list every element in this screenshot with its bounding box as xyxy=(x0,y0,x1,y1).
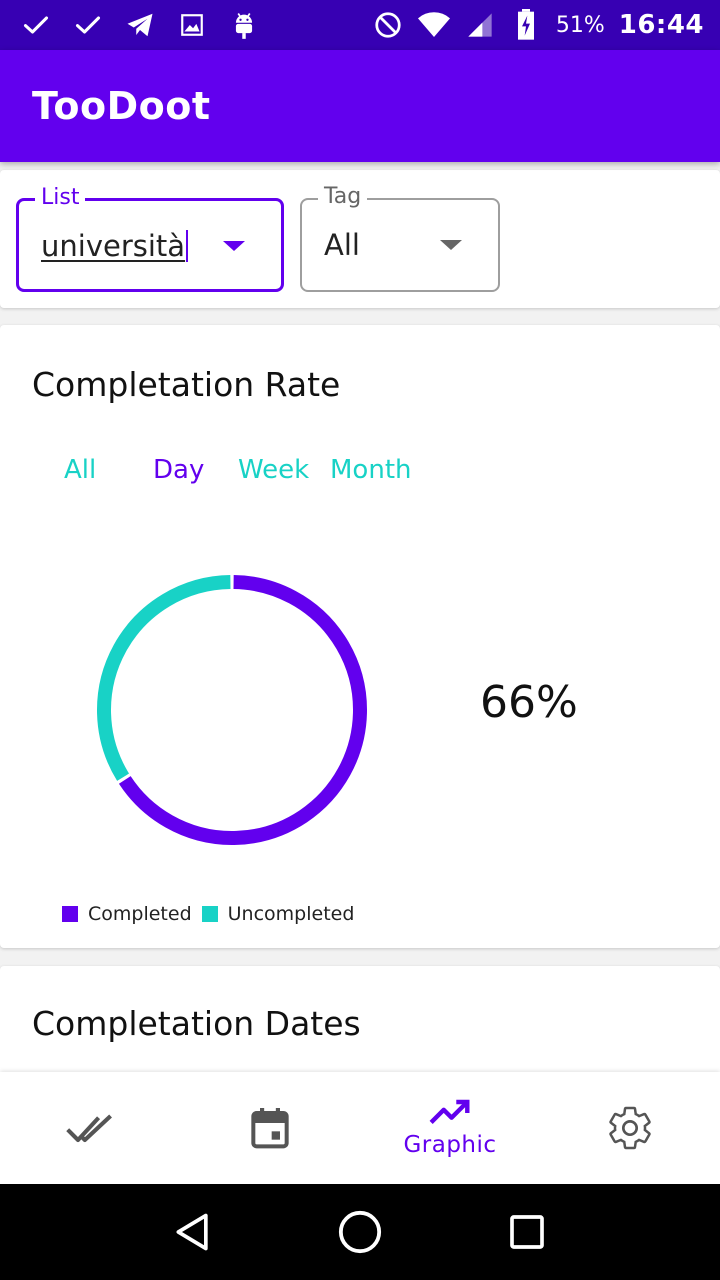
nav-item-calendar[interactable] xyxy=(180,1072,360,1184)
signal-icon xyxy=(464,9,496,41)
legend-label-completed: Completed xyxy=(88,903,192,925)
clock: 16:44 xyxy=(618,10,704,40)
completion-rate-title: Completation Rate xyxy=(32,365,341,404)
dropdown-arrow-icon[interactable] xyxy=(223,241,245,251)
legend-item-completed: Completed xyxy=(62,903,192,925)
chart-legend: Completed Uncompleted xyxy=(62,903,364,925)
filter-card: List università Tag All xyxy=(0,170,720,308)
check-icon xyxy=(72,9,104,41)
status-bar: 51% 16:44 xyxy=(0,0,720,50)
system-navigation-bar xyxy=(0,1184,720,1280)
telegram-icon xyxy=(124,9,156,41)
home-icon xyxy=(338,1210,382,1254)
recents-button[interactable] xyxy=(497,1202,557,1262)
text-cursor xyxy=(186,230,189,262)
battery-percentage: 51% xyxy=(555,12,605,38)
list-value[interactable]: università xyxy=(41,229,189,263)
list-value-text: università xyxy=(41,229,186,263)
calendar-icon xyxy=(251,1108,289,1149)
period-tab-week[interactable]: Week xyxy=(238,455,309,485)
trending-up-icon xyxy=(429,1099,470,1124)
image-icon xyxy=(176,9,208,41)
legend-label-uncompleted: Uncompleted xyxy=(227,903,355,925)
app-title: TooDoot xyxy=(32,84,211,128)
home-button[interactable] xyxy=(330,1202,390,1262)
do-not-disturb-icon xyxy=(372,9,404,41)
legend-swatch-completed xyxy=(62,906,78,922)
period-tab-all[interactable]: All xyxy=(64,455,96,485)
tag-label: Tag xyxy=(318,184,368,209)
nav-label-graphic: Graphic xyxy=(403,1132,497,1158)
tag-dropdown[interactable]: Tag All xyxy=(300,184,500,292)
tag-value[interactable]: All xyxy=(324,228,360,262)
donut-slice-completed xyxy=(118,575,367,845)
nav-item-settings[interactable] xyxy=(540,1072,720,1184)
bottom-navigation: Graphic xyxy=(0,1072,720,1184)
back-icon xyxy=(176,1213,208,1251)
nav-item-graphic[interactable]: Graphic xyxy=(360,1072,540,1184)
nav-item-tasks[interactable] xyxy=(0,1072,180,1184)
list-label: List xyxy=(35,185,86,210)
period-tab-month[interactable]: Month xyxy=(330,455,412,485)
period-tab-day[interactable]: Day xyxy=(153,455,204,485)
back-button[interactable] xyxy=(163,1202,223,1262)
donut-slice-uncompleted xyxy=(97,575,231,781)
check-icon xyxy=(20,9,52,41)
completion-donut-chart xyxy=(97,575,367,845)
dropdown-arrow-icon[interactable] xyxy=(440,240,462,250)
battery-charging-icon xyxy=(510,9,542,41)
completion-rate-card: Completation Rate All Day Week Month 66%… xyxy=(0,325,720,948)
legend-swatch-uncompleted xyxy=(201,906,218,922)
completion-percentage: 66% xyxy=(480,677,578,728)
app-bar: TooDoot xyxy=(0,50,720,162)
settings-icon xyxy=(609,1106,651,1150)
done-all-icon xyxy=(66,1114,112,1143)
list-dropdown[interactable]: List università xyxy=(16,185,284,292)
android-icon xyxy=(228,9,260,41)
completion-dates-title: Completation Dates xyxy=(32,1004,361,1043)
wifi-icon xyxy=(417,9,450,41)
recents-icon xyxy=(509,1215,544,1249)
legend-item-uncompleted: Uncompleted xyxy=(201,903,355,925)
